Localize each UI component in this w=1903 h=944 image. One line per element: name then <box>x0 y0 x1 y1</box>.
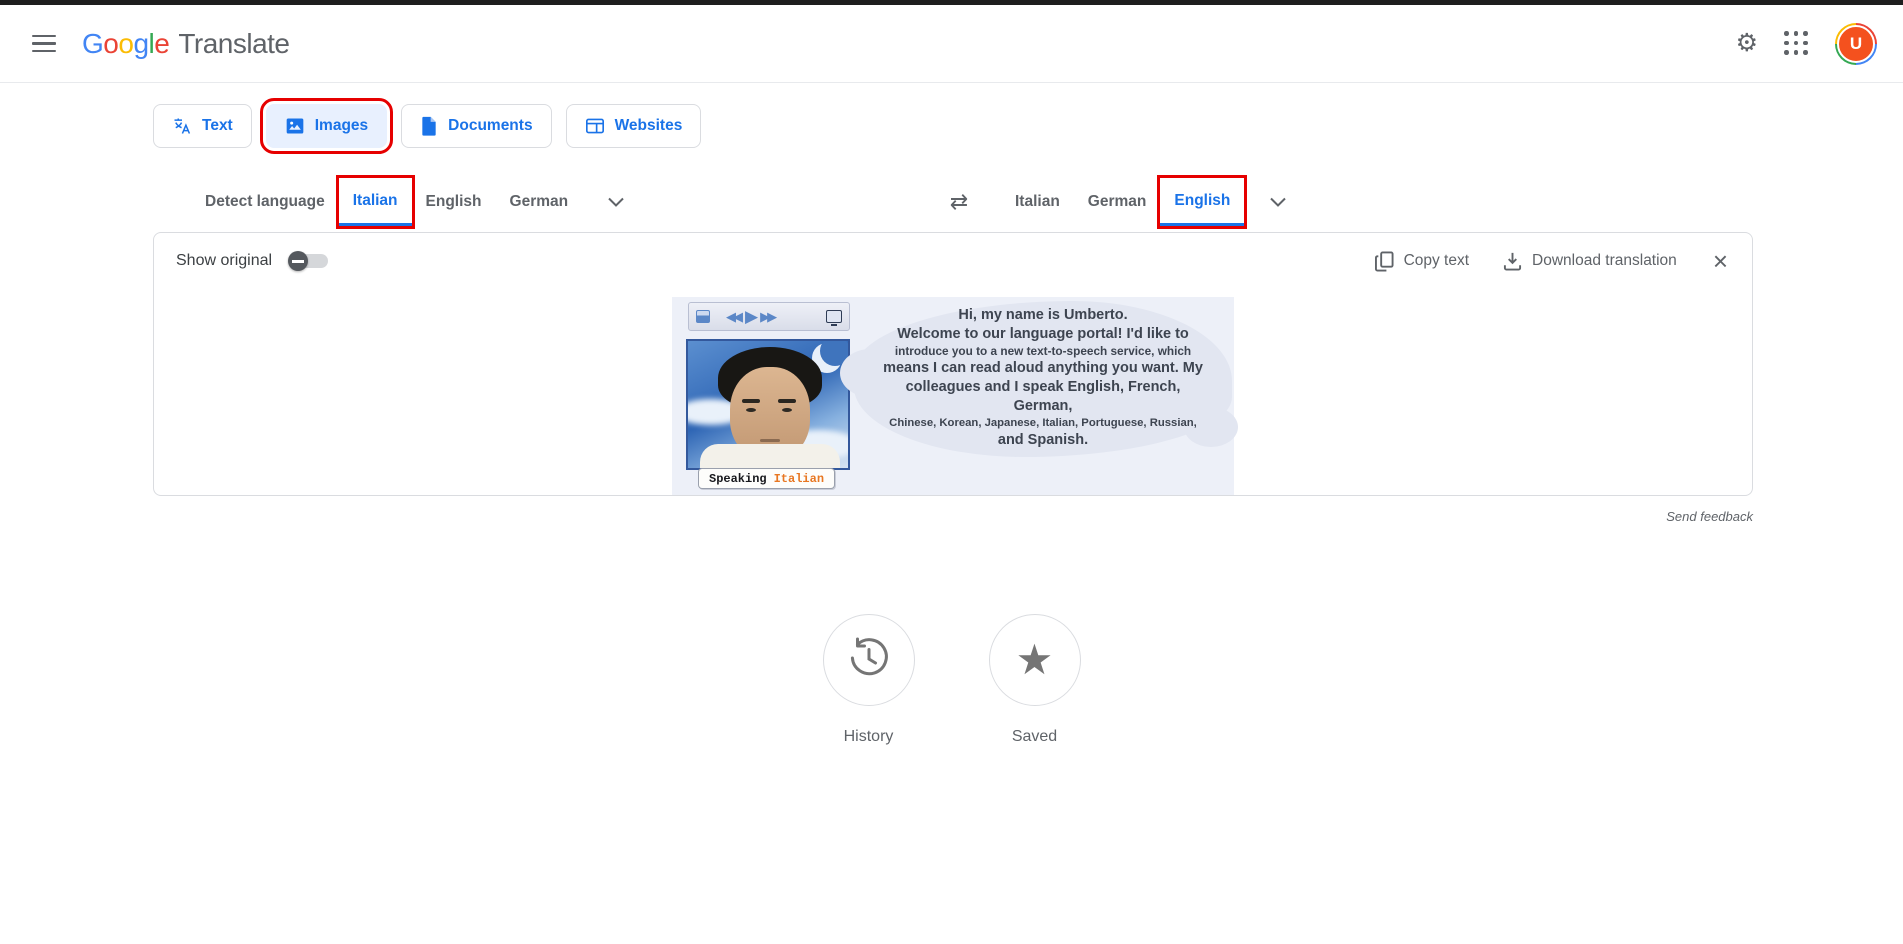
logo-letter: G <box>82 28 103 60</box>
bubble-line: introduce you to a new text-to-speech se… <box>895 344 1191 359</box>
avatar-shirt-art <box>700 444 840 470</box>
logo-letter: o <box>118 28 133 60</box>
copy-icon <box>1375 251 1394 272</box>
saved-button[interactable]: ★ Saved <box>989 614 1081 746</box>
speech-bubble: Hi, my name is Umberto. Welcome to our l… <box>854 301 1232 457</box>
language-bar: Detect language Italian English German ⇄… <box>153 178 1753 226</box>
source-language-group: Detect language Italian English German <box>191 178 640 226</box>
copy-text-button[interactable]: Copy text <box>1375 251 1469 272</box>
tab-images-label: Images <box>315 117 368 135</box>
app-header: Google Translate ⚙ U <box>0 5 1903 83</box>
source-lang-german[interactable]: German <box>496 178 583 226</box>
tab-websites-label: Websites <box>615 117 683 135</box>
show-original-toggle[interactable] <box>288 253 328 269</box>
result-toolbar: Show original Copy text <box>154 233 1752 289</box>
logo-product-name: Translate <box>178 28 289 60</box>
history-button[interactable]: History <box>823 614 915 746</box>
speaking-word: Speaking <box>709 472 767 486</box>
history-icon <box>847 636 891 685</box>
star-icon: ★ <box>1016 639 1054 681</box>
logo-letter: o <box>103 28 118 60</box>
source-lang-detect[interactable]: Detect language <box>191 178 339 226</box>
shortcuts-row: History ★ Saved <box>0 614 1903 746</box>
source-lang-english[interactable]: English <box>412 178 496 226</box>
logo-letter: g <box>133 28 148 60</box>
target-lang-german[interactable]: German <box>1074 178 1161 226</box>
target-language-group: Italian German English <box>1001 178 1302 226</box>
tab-images[interactable]: Images <box>266 104 387 148</box>
send-feedback-link[interactable]: Send feedback <box>1666 509 1753 524</box>
target-lang-italian[interactable]: Italian <box>1001 178 1074 226</box>
logo-letter: e <box>154 28 169 60</box>
fast-forward-icon: ▶▶ <box>760 309 774 325</box>
document-icon <box>420 116 438 136</box>
tab-text[interactable]: Text <box>153 104 252 148</box>
translate-text-icon <box>172 116 192 136</box>
tab-documents[interactable]: Documents <box>401 104 551 148</box>
google-apps-grid-icon[interactable] <box>1784 31 1809 56</box>
bubble-line: colleagues and I speak English, French, … <box>880 378 1206 416</box>
tab-websites[interactable]: Websites <box>566 104 702 148</box>
target-lang-chevron-down-icon[interactable] <box>1254 178 1302 226</box>
avatar-letter: U <box>1837 25 1875 63</box>
source-lang-chevron-down-icon[interactable] <box>592 178 640 226</box>
source-lang-italian[interactable]: Italian <box>339 178 412 226</box>
tab-documents-label: Documents <box>448 117 532 135</box>
tab-text-label: Text <box>202 117 233 135</box>
player-menu-icon <box>696 310 710 323</box>
image-icon <box>285 116 305 136</box>
settings-gear-icon[interactable]: ⚙ <box>1736 31 1758 56</box>
main-menu-button[interactable] <box>22 22 66 66</box>
bubble-line: means I can read aloud anything you want… <box>883 359 1203 378</box>
download-translation-label: Download translation <box>1532 252 1677 270</box>
translate-mode-tabs: Text Images Documents Websites <box>153 104 1903 148</box>
bubble-line: Chinese, Korean, Japanese, Italian, Port… <box>889 416 1197 431</box>
rewind-icon: ◀◀ <box>726 309 740 325</box>
bubble-line: Hi, my name is Umberto. <box>958 306 1127 325</box>
saved-label: Saved <box>1012 728 1057 746</box>
google-translate-logo: Google Translate <box>82 28 290 60</box>
image-translation-card: Show original Copy text <box>153 232 1753 496</box>
display-icon <box>826 310 842 323</box>
bubble-line: and Spanish. <box>998 431 1088 450</box>
speaker-avatar-image <box>686 339 850 470</box>
speaking-language-badge: Speaking Italian <box>698 468 835 489</box>
download-icon <box>1503 251 1522 271</box>
swap-languages-icon[interactable]: ⇄ <box>935 178 983 226</box>
website-icon <box>585 117 605 135</box>
history-label: History <box>844 728 894 746</box>
close-icon[interactable]: × <box>1711 248 1730 274</box>
show-original-label: Show original <box>176 252 272 270</box>
image-player-bar: ◀◀ ▶▶▶ <box>688 302 850 331</box>
translated-image: ◀◀ ▶▶▶ Speaking Italian Hi, my name is Um… <box>672 297 1234 495</box>
bubble-line: Welcome to our language portal! I'd like… <box>897 325 1189 344</box>
toggle-knob-minus-icon <box>288 251 308 271</box>
play-icon: ▶ <box>745 307 758 327</box>
account-avatar[interactable]: U <box>1835 23 1877 65</box>
download-translation-button[interactable]: Download translation <box>1503 251 1677 271</box>
speaking-language: Italian <box>774 472 824 486</box>
copy-text-label: Copy text <box>1404 252 1469 270</box>
target-lang-english[interactable]: English <box>1160 178 1244 226</box>
